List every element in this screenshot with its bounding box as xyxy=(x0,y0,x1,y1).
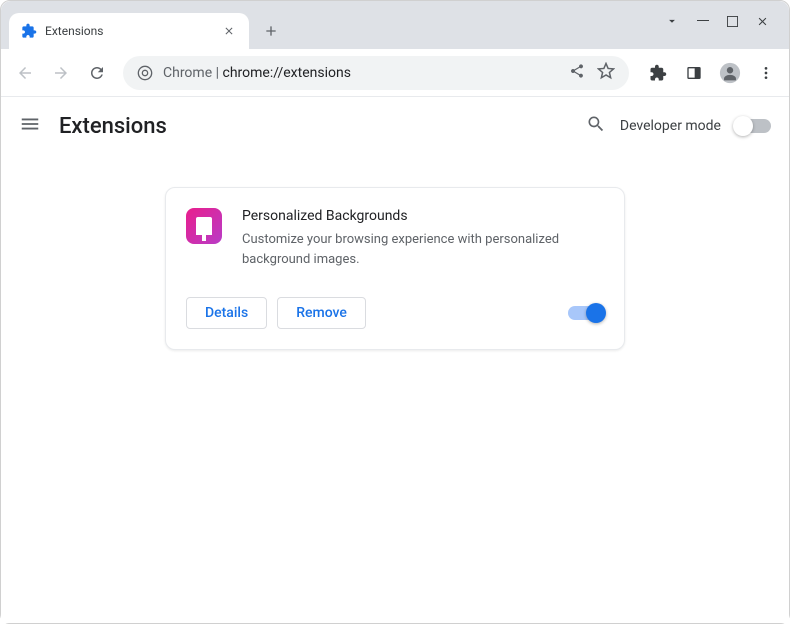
page-title: Extensions xyxy=(59,114,167,139)
side-panel-icon[interactable] xyxy=(679,58,709,88)
maximize-button[interactable] xyxy=(727,16,738,27)
omnibox-text: Chrome | chrome://extensions xyxy=(163,65,351,81)
extension-puzzle-icon xyxy=(21,23,37,39)
extensions-puzzle-icon[interactable] xyxy=(643,58,673,88)
profile-avatar-icon[interactable] xyxy=(715,58,745,88)
browser-titlebar: Extensions xyxy=(1,1,789,49)
hamburger-menu-icon[interactable] xyxy=(19,113,41,139)
extension-enable-toggle[interactable] xyxy=(568,306,604,320)
share-icon[interactable] xyxy=(569,63,585,83)
kebab-menu-icon[interactable] xyxy=(751,58,781,88)
extension-card: Personalized Backgrounds Customize your … xyxy=(165,187,625,350)
browser-tab[interactable]: Extensions xyxy=(9,13,249,49)
extension-name: Personalized Backgrounds xyxy=(242,208,604,224)
search-icon[interactable] xyxy=(586,114,606,138)
remove-button[interactable]: Remove xyxy=(277,297,366,329)
details-button[interactable]: Details xyxy=(186,297,267,329)
bookmark-star-icon[interactable] xyxy=(597,62,615,84)
address-bar[interactable]: Chrome | chrome://extensions xyxy=(123,56,629,90)
developer-mode-label: Developer mode xyxy=(620,118,721,134)
developer-mode-toggle[interactable] xyxy=(735,119,771,133)
back-button[interactable] xyxy=(9,57,41,89)
reload-button[interactable] xyxy=(81,57,113,89)
close-tab-icon[interactable] xyxy=(221,23,237,39)
minimize-button[interactable] xyxy=(697,15,709,27)
chrome-icon xyxy=(137,65,153,81)
extension-description: Customize your browsing experience with … xyxy=(242,230,604,269)
extension-app-icon xyxy=(186,208,222,244)
page-header: Extensions Developer mode xyxy=(1,97,789,155)
forward-button[interactable] xyxy=(45,57,77,89)
chevron-down-icon[interactable] xyxy=(665,14,679,28)
tab-title: Extensions xyxy=(45,24,213,38)
close-window-button[interactable] xyxy=(756,15,769,28)
browser-toolbar: Chrome | chrome://extensions xyxy=(1,49,789,97)
new-tab-button[interactable] xyxy=(257,17,285,45)
